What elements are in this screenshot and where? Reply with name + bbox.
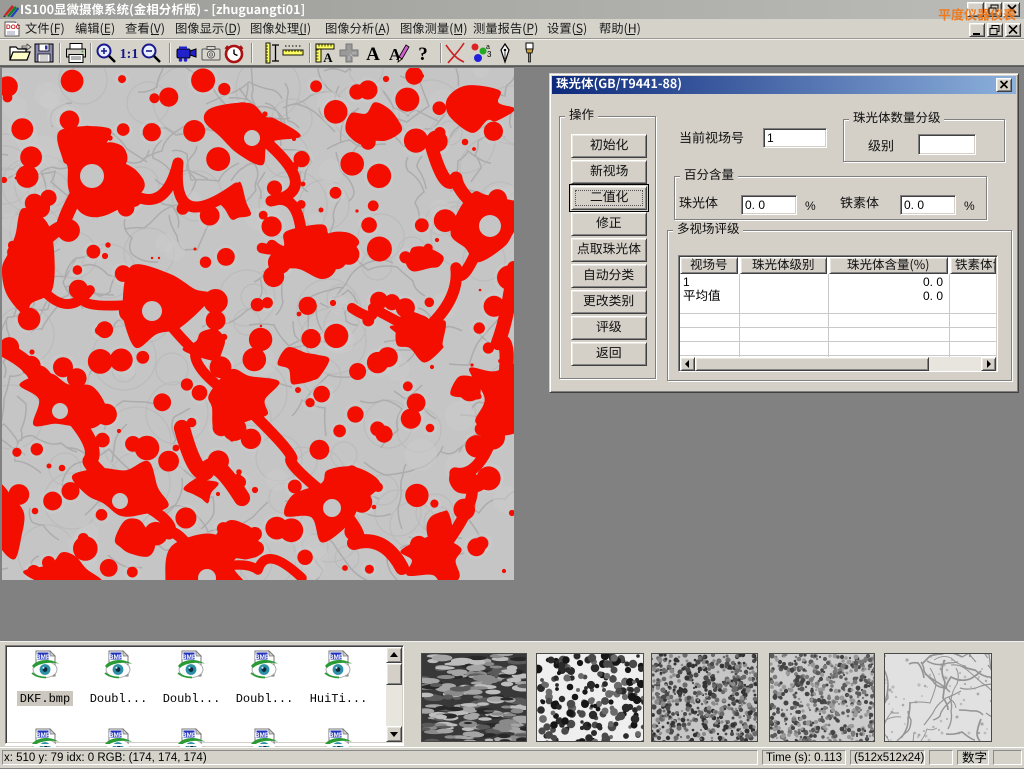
svg-text:BMP: BMP [255, 654, 270, 661]
svg-text:BMP: BMP [329, 732, 344, 739]
svg-text:A: A [389, 45, 402, 64]
svg-text:3: 3 [487, 50, 492, 59]
svg-text:BMP: BMP [182, 654, 197, 661]
svg-text:A: A [323, 50, 333, 65]
svg-text:BMP: BMP [255, 732, 270, 739]
svg-text:A: A [366, 44, 380, 65]
svg-text:BMP: BMP [36, 654, 51, 661]
svg-text:BMP: BMP [182, 732, 197, 739]
svg-text:1:1: 1:1 [120, 47, 139, 62]
svg-text:DOC: DOC [6, 24, 20, 31]
svg-text:BMP: BMP [109, 654, 124, 661]
svg-text:BMP: BMP [109, 732, 124, 739]
svg-text:BMP: BMP [36, 732, 51, 739]
svg-text:?: ? [418, 44, 428, 65]
svg-text:BMP: BMP [329, 654, 344, 661]
